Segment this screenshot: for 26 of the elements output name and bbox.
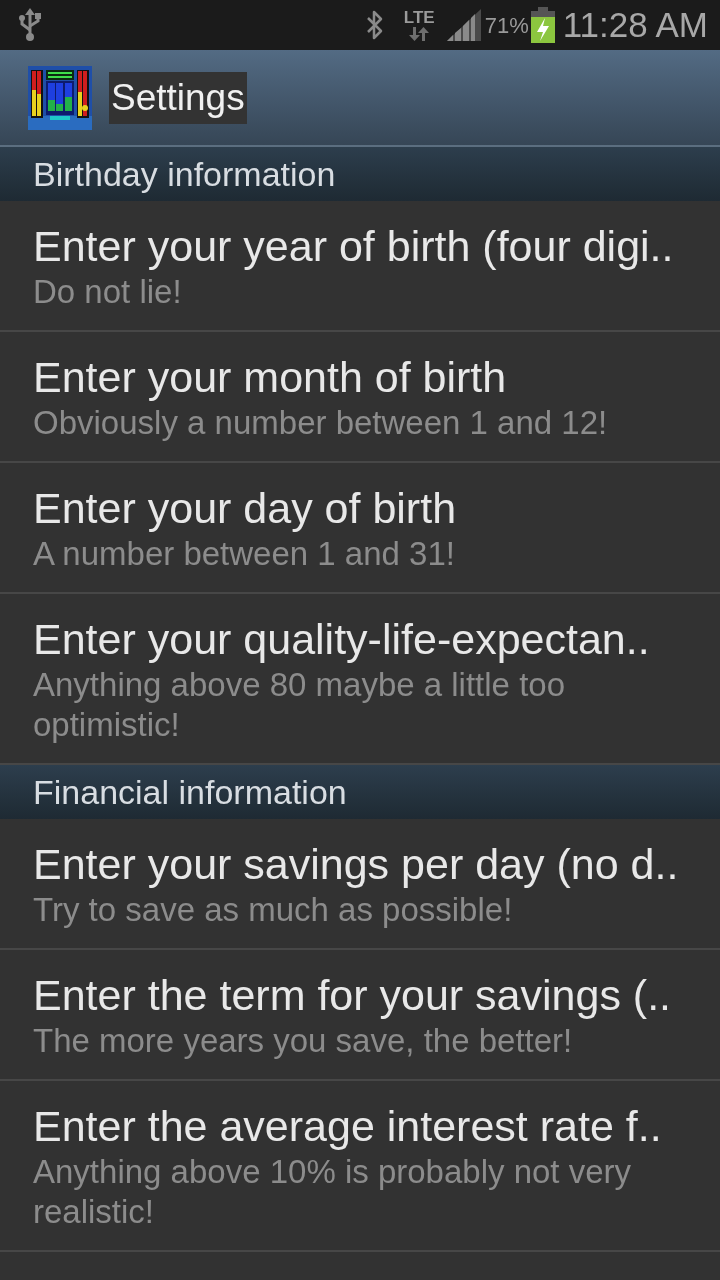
signal-icon (446, 9, 481, 41)
preference-summary: The more years you save, the better! (33, 1021, 574, 1061)
screen-title: Settings (109, 71, 247, 124)
network-type-label: LTE (403, 9, 435, 27)
bluetooth-icon (365, 10, 384, 40)
data-arrows-icon (408, 27, 431, 41)
preference-title: Enter the average interest rate f.. (33, 1101, 663, 1152)
preference-title: Enter your month of birth (33, 352, 508, 403)
preference-summary: A number between 1 and 31! (33, 534, 456, 574)
preference-summary: Anything above 80 maybe a little too optimistic! (33, 665, 566, 745)
battery-percent: 71% (484, 11, 529, 40)
preference-title: Enter your year of birth (four digi.. (33, 221, 675, 272)
preference-title: Enter the term for your savings (.. (33, 970, 673, 1021)
section-header: Birthday information (0, 147, 720, 201)
preference-summary: Anything above 10% is probably not very realistic! (33, 1152, 633, 1232)
app-logo-icon (28, 65, 92, 130)
preference-summary: Do not lie! (33, 272, 183, 312)
section-header: Financial information (0, 765, 720, 819)
battery-charging-icon (530, 7, 555, 43)
preference-title: Enter your savings per day (no d.. (33, 839, 680, 890)
preference-summary: Obviously a number between 1 and 12! (33, 403, 609, 443)
preference-title: Enter your day of birth (33, 483, 458, 534)
usb-icon (18, 8, 44, 42)
preference-title: Enter your quality-life-expectan.. (33, 614, 651, 665)
clock-time: 11:28 AM (562, 3, 708, 46)
preference-summary: Try to save as much as possible! (33, 890, 514, 930)
